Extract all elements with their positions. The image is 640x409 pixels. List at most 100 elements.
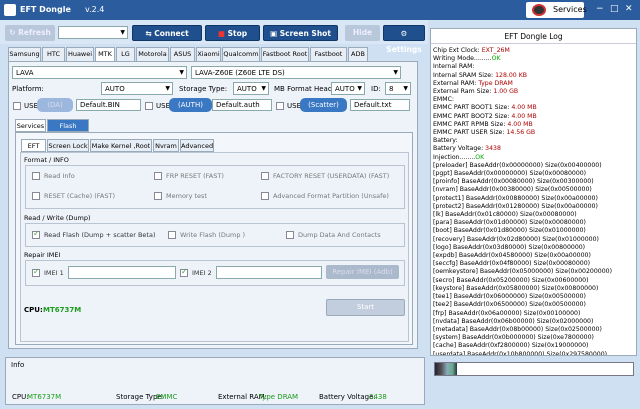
mbformat-select[interactable]: AUTO ▼ — [331, 82, 365, 95]
log-text: [protect2] BaseAddr(0x01280000) Size(0x0… — [433, 202, 598, 210]
log-text: [boot] BaseAddr(0x01d80000) Size(0x01000… — [433, 227, 586, 235]
log-text: [tee2] BaseAddr(0x06500000) Size(0x00500… — [433, 301, 586, 309]
main-panel: LAVA ▼ LAVA-Z60E (Z60E LTE DS) ▼ Platform:… — [8, 61, 418, 349]
log-line: EMMC: — [433, 96, 634, 104]
id-value: 8 — [389, 85, 394, 93]
log-text: Battery: — [433, 137, 458, 145]
log-text: [nvdata] BaseAddr(0x06b00000) Size(0x020… — [433, 317, 594, 325]
brand-select[interactable]: LAVA ▼ — [12, 66, 187, 79]
tab-services[interactable]: Services — [15, 119, 46, 132]
hide-label: Hide — [352, 28, 373, 37]
app-version: v.2.4 — [85, 5, 105, 14]
tab-lg[interactable]: LG — [116, 47, 135, 61]
read-flash-checkbox[interactable] — [32, 229, 40, 239]
imei2-input[interactable] — [216, 266, 322, 279]
log-text: EMMC PART RPMB Size: — [433, 120, 508, 128]
log-text: [logo] BaseAddr(0x03d80000) Size(0x00800… — [433, 243, 586, 251]
tab-screen-lock[interactable]: Screen Lock — [47, 139, 89, 152]
progress-label: 11% — [525, 364, 545, 373]
scatter-file-input[interactable]: Default.txt — [350, 99, 410, 111]
storage-value: AUTO — [237, 85, 257, 93]
connect-button[interactable]: ⇆ Connect — [132, 25, 202, 41]
port-select[interactable]: ▼ — [58, 26, 128, 39]
imei2-checkbox[interactable] — [180, 267, 188, 277]
stop-button[interactable]: ■ Stop — [205, 25, 260, 41]
tab-nvram[interactable]: Nvram — [153, 139, 179, 152]
log-line: Battery: — [433, 137, 634, 145]
tab-flash-scatter[interactable]: Flash Scatter — [47, 119, 89, 142]
log-line: EMMC PART BOOT1 Size: 4.00 MB — [433, 104, 634, 112]
app-logo-icon — [4, 4, 16, 16]
tab-fastboot[interactable]: Fastboot — [310, 47, 347, 61]
imei-title: Repair IMEI — [24, 251, 61, 259]
storage-select[interactable]: AUTO ▼ — [233, 82, 269, 95]
reset-cache-checkbox[interactable] — [32, 192, 40, 200]
frp-reset-checkbox[interactable] — [154, 172, 162, 180]
log-line: [pgpt] BaseAddr(0x00000000) Size(0x00080… — [433, 170, 634, 178]
repair-imei-button[interactable]: Repair IMEI (Adb) — [326, 265, 399, 279]
da-button[interactable]: (DA) — [37, 98, 73, 112]
log-line: [protect1] BaseAddr(0x00880000) Size(0x0… — [433, 195, 634, 203]
platform-select[interactable]: AUTO ▼ — [101, 82, 173, 95]
start-button[interactable]: Start — [326, 299, 405, 316]
refresh-button[interactable]: ↻ Refresh — [5, 25, 55, 41]
log-line: [secro] BaseAddr(0x05200000) Size(0x0060… — [433, 277, 634, 285]
log-value: OK — [491, 55, 501, 63]
imei1-input[interactable] — [68, 266, 176, 279]
log-value: 4.00 MB — [507, 120, 533, 128]
mbformat-value: AUTO — [335, 85, 355, 93]
tab-asus[interactable]: ASUS — [170, 47, 195, 61]
scatter-button[interactable]: (Scatter) — [300, 98, 347, 112]
progress-bar: 11% — [434, 362, 634, 376]
write-flash-checkbox[interactable] — [168, 231, 176, 239]
use-scatter-checkbox[interactable] — [276, 102, 284, 110]
tab-motorola[interactable]: Motorola — [136, 47, 169, 61]
log-text: [nvram] BaseAddr(0x00380000) Size(0x0050… — [433, 186, 592, 194]
tab-mtk[interactable]: MTK — [95, 47, 115, 62]
advanced-format-checkbox[interactable] — [261, 192, 269, 200]
da-file-input[interactable]: Default.BIN — [76, 99, 141, 111]
minimize-icon[interactable]: − — [596, 4, 604, 14]
memory-test-checkbox[interactable] — [154, 192, 162, 200]
id-select[interactable]: 8 ▼ — [385, 82, 411, 95]
log-text: EMMC PART USER Size: — [433, 129, 507, 137]
title-bar: EFT Dongle v.2.4 Services − □ ✕ — [0, 0, 640, 20]
tab-adb[interactable]: ADB — [348, 47, 368, 61]
imei1-checkbox[interactable] — [32, 267, 40, 277]
tab-advanced[interactable]: Advanced — [180, 139, 214, 152]
screenshot-label: Screen Shot — [279, 29, 331, 38]
auth-button[interactable]: (AUTH) — [169, 98, 212, 112]
tab-samsung[interactable]: Samsung — [8, 47, 41, 61]
hide-button[interactable]: Hide — [345, 25, 380, 41]
log-text: [recovery] BaseAddr(0x02d80000) Size(0x0… — [433, 235, 599, 243]
use-auth-checkbox[interactable] — [145, 102, 153, 110]
maximize-icon[interactable]: □ — [610, 4, 619, 14]
tab-eft[interactable]: EFT — [21, 139, 46, 152]
log-line: External Ram Size: 1.00 GB — [433, 88, 634, 96]
chevron-down-icon: ▼ — [403, 85, 408, 92]
read-info-checkbox[interactable] — [32, 172, 40, 180]
auth-file-input[interactable]: Default.auth — [212, 99, 272, 111]
log-text: [para] BaseAddr(0x01d00000) Size(0x00080… — [433, 219, 586, 227]
log-line: Battery Voltage: 3438 — [433, 145, 634, 153]
tab-huawei[interactable]: Huawei — [66, 47, 94, 61]
tab-fastboot-root[interactable]: Fastboot Root — [261, 47, 309, 61]
tab-htc[interactable]: HTC — [42, 47, 65, 61]
services-button[interactable]: Services — [526, 2, 587, 18]
dump-data-checkbox[interactable] — [286, 231, 294, 239]
services-icon — [532, 4, 546, 16]
use-da-checkbox[interactable] — [13, 102, 21, 110]
log-text: Chip Ext Clock: — [433, 47, 482, 54]
screenshot-button[interactable]: ▣ Screen Shot — [263, 25, 338, 41]
factory-reset-checkbox[interactable] — [261, 172, 269, 180]
storage-label: Storage Type: — [179, 85, 228, 93]
log-body[interactable]: Chip Ext Clock: EXT_26M Writing Mode.....… — [433, 47, 634, 355]
tab-make-kernel-root[interactable]: Make Kernel ,Root — [90, 139, 152, 152]
log-text: [proinfo] BaseAddr(0x00080000) Size(0x00… — [433, 178, 594, 186]
tab-xiaomi[interactable]: Xiaomi — [196, 47, 221, 61]
model-select[interactable]: LAVA-Z60E (Z60E LTE DS) ▼ — [191, 66, 401, 79]
settings-button[interactable]: ⚙ Settings — [383, 25, 425, 54]
close-icon[interactable]: ✕ — [625, 4, 633, 14]
tab-qualcomm[interactable]: Qualcomm — [222, 47, 260, 61]
imei1-label: IMEI 1 — [44, 269, 64, 277]
